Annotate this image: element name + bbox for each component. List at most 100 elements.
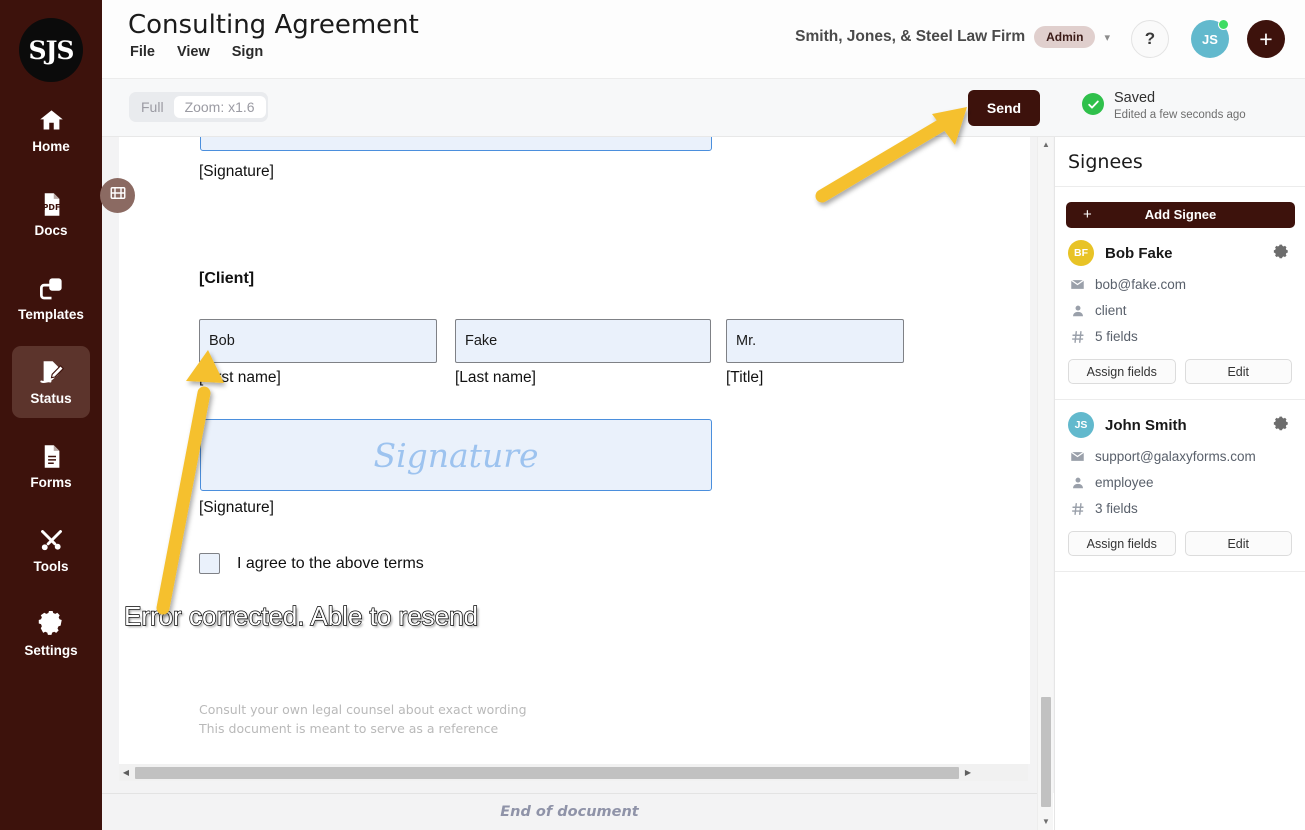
left-nav-rail: SJS Home PDF Docs Templates Status Forms… <box>0 0 102 830</box>
signee-fields-row: 5 fields <box>1068 329 1292 344</box>
add-button[interactable]: + <box>1247 20 1285 58</box>
gear-icon[interactable] <box>1273 244 1290 266</box>
gear-icon[interactable] <box>1273 416 1290 438</box>
avatar-initials: BF <box>1074 247 1088 259</box>
zoom-level-button[interactable]: Zoom: x1.6 <box>173 96 266 118</box>
last-name-value: Fake <box>465 333 498 349</box>
sidebar-item-docs-label: Docs <box>34 222 68 238</box>
scroll-right-arrow-icon[interactable]: ▶ <box>961 768 975 777</box>
sidebar-item-templates-label: Templates <box>18 306 84 322</box>
help-button[interactable]: ? <box>1131 20 1169 58</box>
saved-title: Saved <box>1114 90 1156 106</box>
vertical-scrollbar[interactable]: ▲ ▼ <box>1037 137 1053 830</box>
sidebar-item-forms-label: Forms <box>30 474 72 490</box>
sidebar-item-forms[interactable]: Forms <box>12 430 90 502</box>
check-circle-icon <box>1082 93 1104 115</box>
copy-icon <box>38 275 65 302</box>
zoom-control-group: Full Zoom: x1.6 <box>129 92 268 122</box>
horizontal-scrollbar[interactable]: ◀ ▶ <box>119 764 1028 781</box>
sidebar-item-home-label: Home <box>32 138 70 154</box>
assign-fields-button[interactable]: Assign fields <box>1068 531 1176 556</box>
client-section-heading: [Client] <box>199 270 255 287</box>
sidebar-item-settings[interactable]: Settings <box>12 598 90 670</box>
envelope-icon <box>1070 449 1085 464</box>
menu-bar: File View Sign <box>130 44 263 60</box>
employee-signature-field[interactable] <box>200 137 712 151</box>
document-page: [Signature] [Client] Bob [First name] Fa… <box>119 137 1030 764</box>
signees-panel: Signees + Add Signee BF Bob Fake bob@fak… <box>1054 137 1305 830</box>
person-icon <box>1070 303 1085 318</box>
assign-fields-button[interactable]: Assign fields <box>1068 359 1176 384</box>
menu-item-sign[interactable]: Sign <box>232 44 263 60</box>
pdf-file-icon: PDF <box>38 191 65 218</box>
sidebar-item-docs[interactable]: PDF Docs <box>12 178 90 250</box>
vertical-scroll-thumb[interactable] <box>1041 697 1051 807</box>
avatar: JS <box>1068 412 1094 438</box>
home-icon <box>38 107 65 134</box>
chevron-down-icon[interactable]: ▾ <box>1104 31 1110 44</box>
end-of-document-label: End of document <box>500 804 639 820</box>
zoom-full-button[interactable]: Full <box>131 96 174 118</box>
signee-header: BF Bob Fake <box>1068 240 1292 266</box>
agree-checkbox[interactable] <box>199 553 220 574</box>
scroll-left-arrow-icon[interactable]: ◀ <box>119 768 133 777</box>
sign-document-icon <box>38 359 65 386</box>
avatar-initials: JS <box>1202 31 1218 47</box>
menu-item-file[interactable]: File <box>130 44 155 60</box>
signee-card: BF Bob Fake bob@fake.com client 5 fields… <box>1055 228 1305 400</box>
last-name-input[interactable]: Fake <box>455 319 711 363</box>
menu-item-view[interactable]: View <box>177 44 210 60</box>
app-logo-text: SJS <box>28 35 75 65</box>
last-name-label: [Last name] <box>455 369 536 386</box>
signee-field-count: 3 fields <box>1095 501 1138 516</box>
saved-subtitle: Edited a few seconds ago <box>1114 109 1246 121</box>
sidebar-item-home[interactable]: Home <box>12 94 90 166</box>
sidebar-item-templates[interactable]: Templates <box>12 262 90 334</box>
plus-icon: + <box>1259 25 1273 52</box>
document-viewport[interactable]: [Signature] [Client] Bob [First name] Fa… <box>102 137 1055 793</box>
org-switcher[interactable]: Smith, Jones, & Steel Law Firm Admin ▾ <box>795 26 1110 48</box>
signee-actions: Assign fields Edit <box>1068 531 1292 556</box>
envelope-icon <box>1070 277 1085 292</box>
add-signee-button[interactable]: + Add Signee <box>1066 202 1295 228</box>
save-status: Saved Edited a few seconds ago <box>1082 89 1246 123</box>
avatar: BF <box>1068 240 1094 266</box>
signee-email-row: bob@fake.com <box>1068 277 1292 292</box>
client-signature-label: [Signature] <box>199 499 274 516</box>
sidebar-item-settings-label: Settings <box>24 642 78 658</box>
signee-header: JS John Smith <box>1068 412 1292 438</box>
scroll-down-arrow-icon[interactable]: ▼ <box>1038 814 1054 830</box>
title-input[interactable]: Mr. <box>726 319 904 363</box>
first-name-value: Bob <box>209 333 235 349</box>
footnote-2: This document is meant to serve as a ref… <box>199 721 499 736</box>
document-toolbar: Full Zoom: x1.6 Send Saved Edited a few … <box>102 79 1305 137</box>
page-thumbnails-toggle-button[interactable] <box>100 178 135 213</box>
signee-role: client <box>1095 303 1127 318</box>
signee-email: bob@fake.com <box>1095 277 1186 292</box>
hash-icon <box>1070 329 1085 344</box>
hash-icon <box>1070 501 1085 516</box>
sidebar-item-status[interactable]: Status <box>12 346 90 418</box>
svg-text:PDF: PDF <box>42 203 60 212</box>
thumbnails-grid-icon <box>109 184 127 207</box>
first-name-input[interactable]: Bob <box>199 319 437 363</box>
end-of-document-bar: End of document <box>102 793 1037 830</box>
app-root: SJS Home PDF Docs Templates Status Forms… <box>0 0 1305 830</box>
person-icon <box>1070 475 1085 490</box>
sidebar-item-tools-label: Tools <box>33 558 69 574</box>
app-logo[interactable]: SJS <box>19 18 83 82</box>
annotation-note: Error corrected. Able to resend <box>123 600 479 631</box>
client-signature-field[interactable]: Signature <box>200 419 712 491</box>
signee-fields-row: 3 fields <box>1068 501 1292 516</box>
horizontal-scroll-thumb[interactable] <box>135 766 959 779</box>
sidebar-item-status-label: Status <box>30 390 72 406</box>
edit-signee-button[interactable]: Edit <box>1184 359 1292 384</box>
send-button[interactable]: Send <box>968 90 1040 126</box>
sidebar-item-tools[interactable]: Tools <box>12 514 90 586</box>
scroll-up-arrow-icon[interactable]: ▲ <box>1038 137 1054 153</box>
status-badge: Admin <box>1034 26 1096 48</box>
page-title: Consulting Agreement <box>128 10 419 40</box>
signee-card: JS John Smith support@galaxyforms.com em… <box>1055 400 1305 572</box>
top-header: Consulting Agreement File View Sign Smit… <box>102 0 1305 79</box>
edit-signee-button[interactable]: Edit <box>1184 531 1292 556</box>
